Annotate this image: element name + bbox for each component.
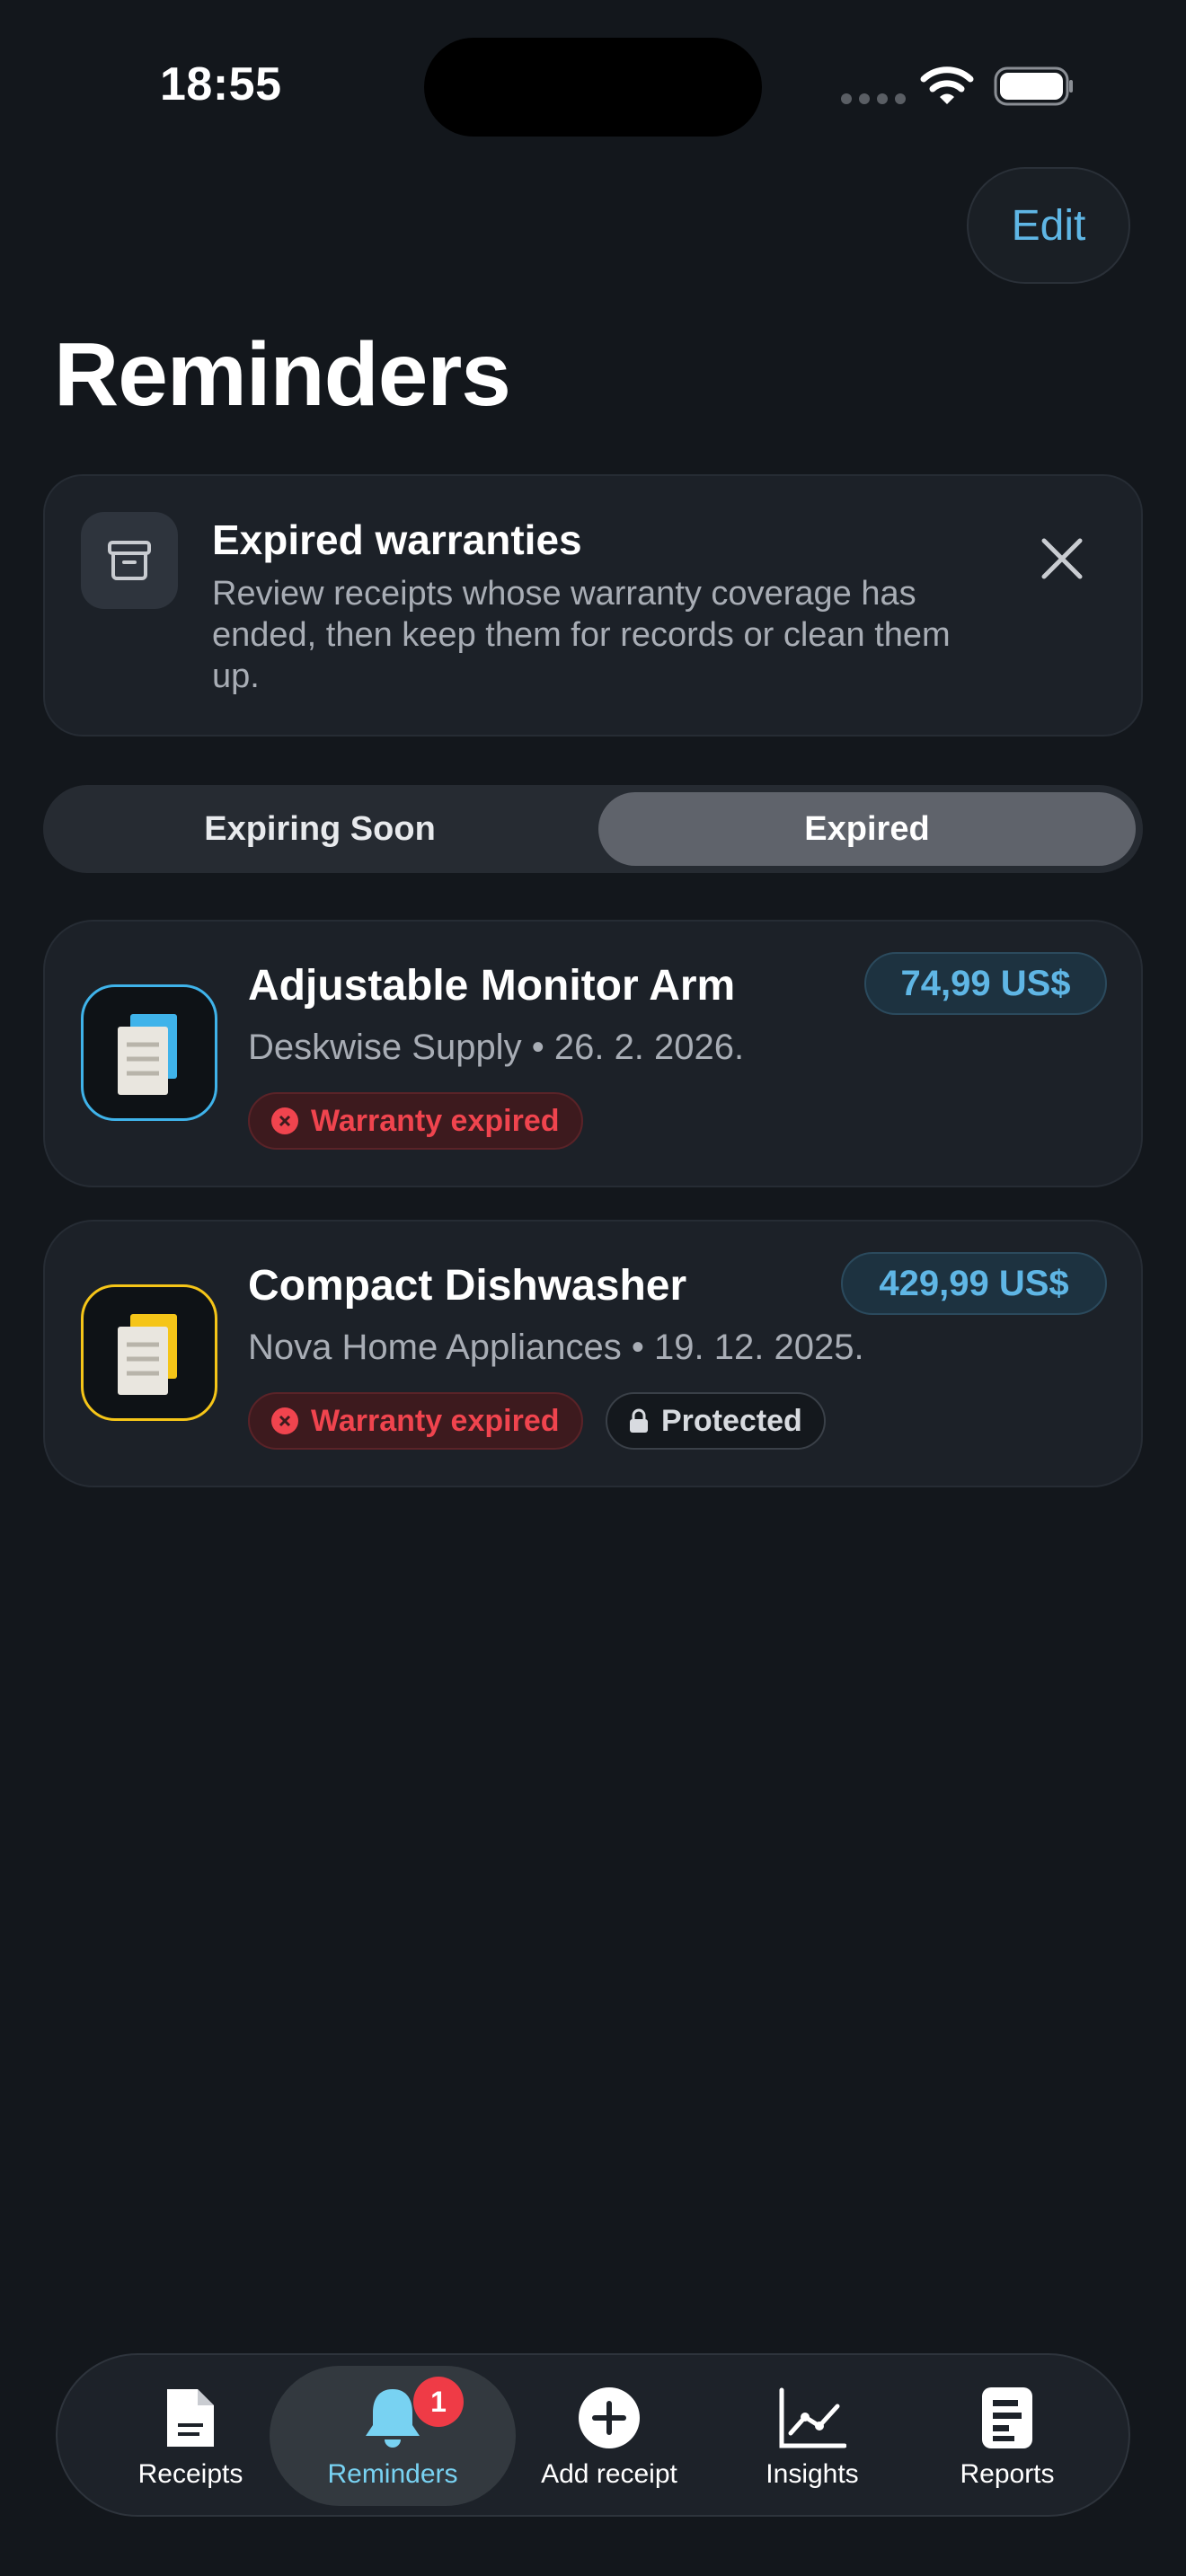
page-title: Reminders — [54, 324, 511, 425]
banner-title: Expired warranties — [212, 516, 582, 563]
filter-segmented-control: Expiring Soon Expired — [43, 785, 1143, 873]
notification-badge: 1 — [413, 2377, 464, 2427]
warranty-status-badge: Warranty expired — [248, 1392, 583, 1450]
tab-receipts[interactable]: Receipts — [101, 2366, 280, 2506]
line-chart-icon — [776, 2384, 848, 2452]
receipt-subtitle: Deskwise Supply • 26. 2. 2026. — [248, 1028, 744, 1068]
tab-add-receipt-label: Add receipt — [541, 2459, 677, 2489]
separator: • — [631, 1328, 644, 1367]
cellular-signal-icon — [841, 93, 906, 104]
close-icon[interactable] — [1035, 532, 1089, 586]
warranty-status-badge: Warranty expired — [248, 1092, 583, 1150]
receipt-date: 19. 12. 2025. — [654, 1328, 864, 1367]
archive-icon — [81, 512, 178, 609]
separator: • — [531, 1028, 544, 1067]
tab-receipts-label: Receipts — [137, 2459, 243, 2489]
document-icon — [118, 1014, 177, 1095]
receipt-title: Adjustable Monitor Arm — [248, 962, 736, 1010]
banner-description: Review receipts whose warranty coverage … — [212, 575, 951, 695]
tab-reports-label: Reports — [960, 2459, 1055, 2489]
wifi-icon — [920, 66, 974, 104]
x-circle-icon — [271, 1107, 298, 1134]
receipt-merchant: Nova Home Appliances — [248, 1328, 622, 1367]
lock-icon — [630, 1408, 648, 1433]
status-bar: 18:55 — [0, 0, 1186, 137]
report-icon — [971, 2384, 1043, 2452]
segment-expiring-soon[interactable]: Expiring Soon — [50, 792, 589, 866]
edit-button[interactable]: Edit — [967, 167, 1130, 284]
protected-badge: Protected — [606, 1392, 826, 1450]
tab-bar: Receipts Reminders 1 Add receipt Insight… — [56, 2353, 1130, 2517]
plus-circle-icon — [573, 2384, 645, 2452]
expired-warranties-banner: Expired warranties Review receipts whose… — [43, 474, 1143, 737]
receipt-icon — [155, 2384, 226, 2452]
receipt-subtitle: Nova Home Appliances • 19. 12. 2025. — [248, 1328, 864, 1368]
receipt-merchant: Deskwise Supply — [248, 1028, 522, 1067]
receipt-card[interactable]: Adjustable Monitor Arm Deskwise Supply •… — [43, 920, 1143, 1187]
receipt-price: 429,99 US$ — [841, 1252, 1107, 1315]
protected-label: Protected — [661, 1403, 802, 1438]
receipt-title: Compact Dishwasher — [248, 1262, 687, 1310]
document-icon — [118, 1314, 177, 1395]
receipt-price: 74,99 US$ — [864, 952, 1107, 1015]
receipt-date: 26. 2. 2026. — [553, 1028, 745, 1067]
battery-icon — [994, 66, 1073, 106]
tab-insights-label: Insights — [766, 2459, 859, 2489]
receipt-thumbnail — [81, 1284, 217, 1421]
tab-reminders[interactable]: Reminders 1 — [270, 2366, 516, 2506]
dynamic-island — [424, 38, 762, 137]
warranty-status-label: Warranty expired — [311, 1103, 560, 1138]
receipt-thumbnail — [81, 984, 217, 1121]
receipt-card[interactable]: Compact Dishwasher Nova Home Appliances … — [43, 1220, 1143, 1487]
tab-add-receipt[interactable]: Add receipt — [510, 2366, 708, 2506]
warranty-status-label: Warranty expired — [311, 1403, 560, 1438]
status-time: 18:55 — [160, 58, 282, 110]
tab-insights[interactable]: Insights — [722, 2366, 902, 2506]
tab-reports[interactable]: Reports — [922, 2366, 1093, 2506]
tab-reminders-label: Reminders — [327, 2459, 458, 2489]
segment-expired[interactable]: Expired — [598, 792, 1136, 866]
x-circle-icon — [271, 1407, 298, 1434]
